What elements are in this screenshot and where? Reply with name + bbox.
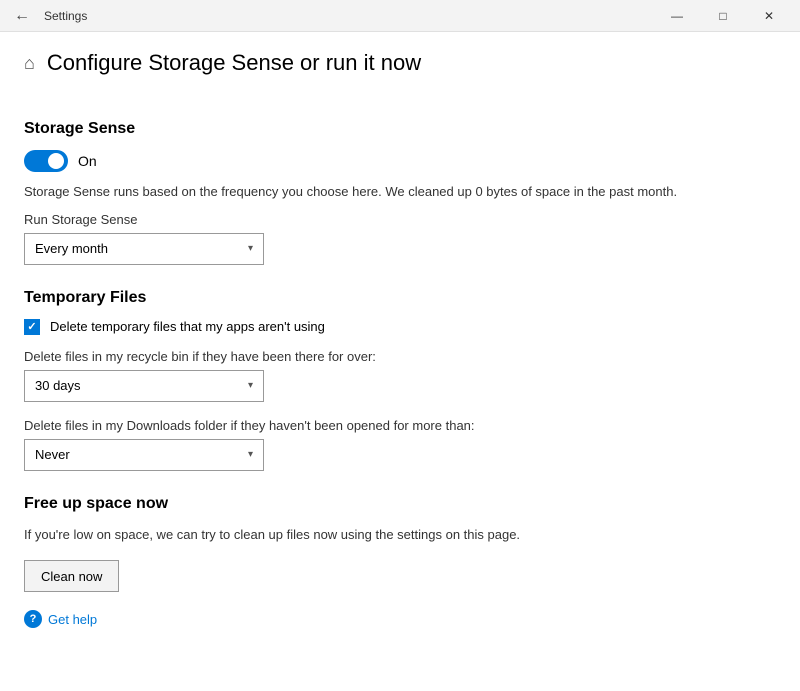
- storage-sense-section: Storage Sense On Storage Sense runs base…: [24, 120, 776, 265]
- run-storage-sense-value: Every month: [35, 241, 108, 256]
- delete-temp-files-label: Delete temporary files that my apps aren…: [50, 319, 325, 334]
- titlebar-title: Settings: [44, 9, 87, 23]
- checkbox-check-icon: ✓: [27, 320, 36, 333]
- clean-now-button[interactable]: Clean now: [24, 560, 119, 592]
- minimize-icon: —: [671, 9, 683, 23]
- downloads-field-group: Delete files in my Downloads folder if t…: [24, 418, 776, 471]
- titlebar: ← Settings — □ ✕: [0, 0, 800, 32]
- run-storage-sense-dropdown[interactable]: Every month ▾: [24, 233, 264, 265]
- downloads-dropdown[interactable]: Never ▾: [24, 439, 264, 471]
- downloads-label: Delete files in my Downloads folder if t…: [24, 418, 776, 433]
- free-up-section: Free up space now If you're low on space…: [24, 495, 776, 593]
- window-content: ⌂ Configure Storage Sense or run it now …: [0, 32, 800, 691]
- downloads-chevron: ▾: [248, 449, 253, 460]
- recycle-bin-value: 30 days: [35, 378, 81, 393]
- help-icon: ?: [24, 610, 42, 628]
- back-icon: ←: [14, 7, 30, 25]
- close-button[interactable]: ✕: [746, 0, 792, 32]
- get-help-link[interactable]: Get help: [48, 612, 97, 627]
- home-icon: ⌂: [24, 53, 35, 74]
- clean-now-label: Clean now: [41, 569, 102, 584]
- recycle-bin-chevron: ▾: [248, 380, 253, 391]
- titlebar-left: ← Settings: [8, 2, 87, 30]
- delete-temp-files-row: ✓ Delete temporary files that my apps ar…: [24, 319, 776, 335]
- temporary-files-section: Temporary Files ✓ Delete temporary files…: [24, 289, 776, 471]
- delete-temp-files-checkbox[interactable]: ✓: [24, 319, 40, 335]
- maximize-icon: □: [719, 9, 726, 23]
- temporary-files-title: Temporary Files: [24, 289, 776, 307]
- page-title: Configure Storage Sense or run it now: [47, 50, 421, 76]
- free-up-title: Free up space now: [24, 495, 776, 513]
- free-up-description: If you're low on space, we can try to cl…: [24, 525, 776, 545]
- recycle-bin-label: Delete files in my recycle bin if they h…: [24, 349, 776, 364]
- content-area: Storage Sense On Storage Sense runs base…: [0, 88, 800, 691]
- help-row: ? Get help: [24, 610, 776, 638]
- run-storage-sense-chevron: ▾: [248, 243, 253, 254]
- run-storage-sense-label: Run Storage Sense: [24, 212, 776, 227]
- storage-sense-description: Storage Sense runs based on the frequenc…: [24, 182, 776, 202]
- recycle-bin-dropdown[interactable]: 30 days ▾: [24, 370, 264, 402]
- downloads-value: Never: [35, 447, 70, 462]
- minimize-button[interactable]: —: [654, 0, 700, 32]
- page-header: ⌂ Configure Storage Sense or run it now: [0, 32, 800, 88]
- storage-sense-title: Storage Sense: [24, 120, 776, 138]
- storage-sense-toggle-row: On: [24, 150, 776, 172]
- storage-sense-toggle[interactable]: [24, 150, 68, 172]
- toggle-label: On: [78, 153, 97, 169]
- toggle-thumb: [48, 153, 64, 169]
- titlebar-controls: — □ ✕: [654, 0, 792, 32]
- back-button[interactable]: ←: [8, 2, 36, 30]
- maximize-button[interactable]: □: [700, 0, 746, 32]
- close-icon: ✕: [764, 9, 774, 23]
